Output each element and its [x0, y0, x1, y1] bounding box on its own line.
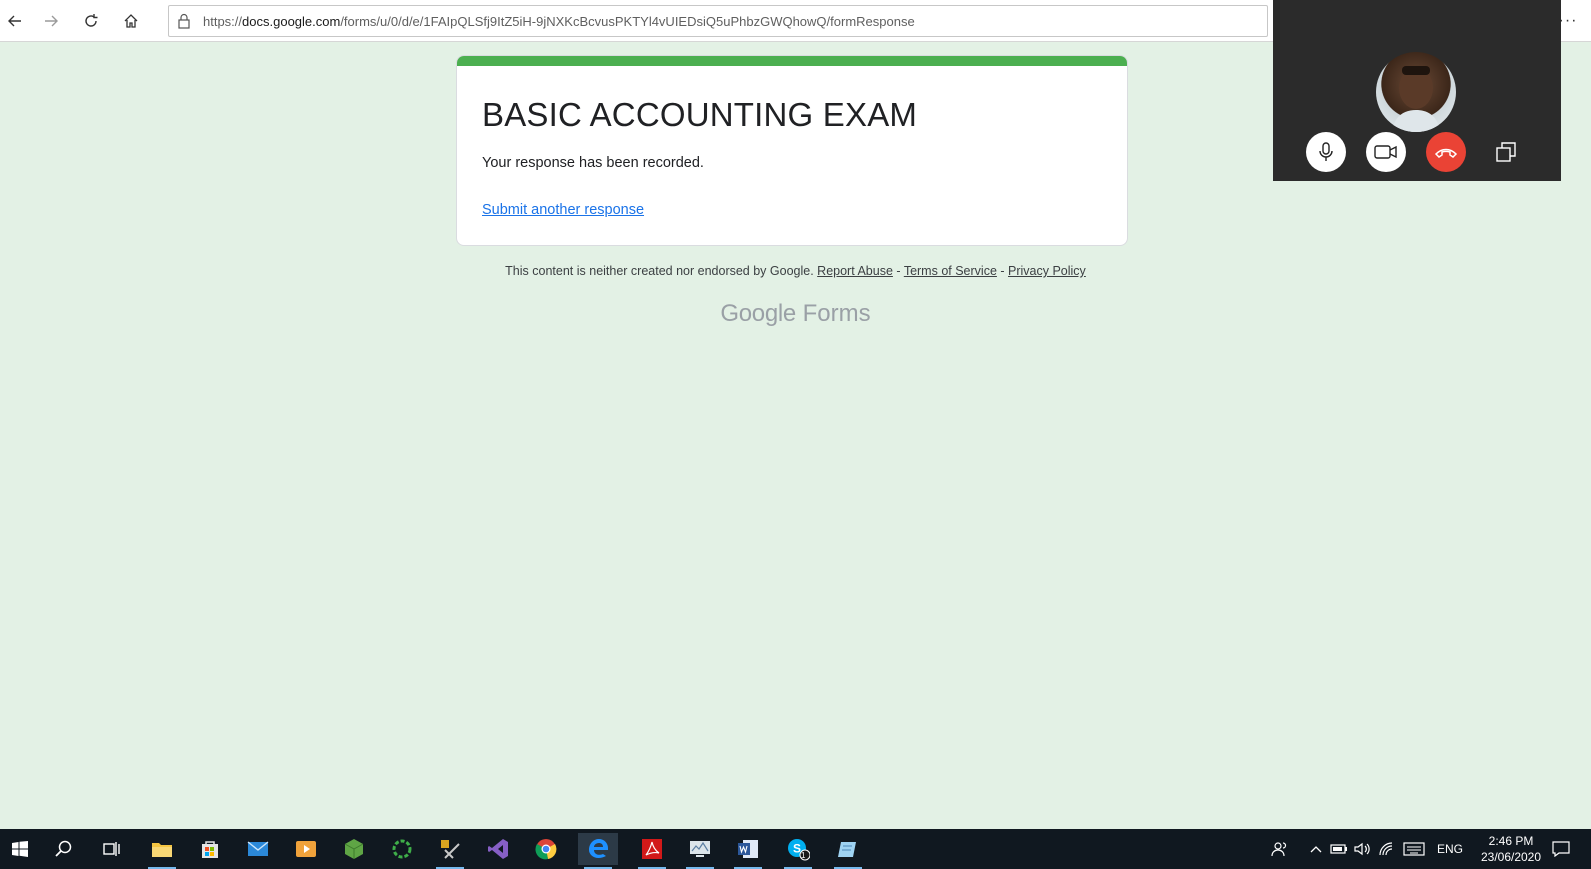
- acrobat-icon[interactable]: [632, 833, 672, 869]
- form-title: BASIC ACCOUNTING EXAM: [482, 96, 918, 133]
- lock-icon: [177, 13, 191, 34]
- privacy-link[interactable]: Privacy Policy: [1008, 264, 1086, 278]
- camera-button[interactable]: [1366, 132, 1406, 172]
- google-forms-logo[interactable]: Google Forms: [0, 300, 1591, 328]
- address-bar[interactable]: https://docs.google.com/forms/u/0/d/e/1F…: [168, 5, 1268, 37]
- home-icon[interactable]: [116, 6, 146, 36]
- language-indicator[interactable]: ENG: [1432, 829, 1468, 869]
- chrome-icon[interactable]: [526, 833, 566, 865]
- app-cube-icon[interactable]: [334, 833, 374, 865]
- refresh-icon[interactable]: [76, 6, 106, 36]
- taskbar-clock[interactable]: 2:46 PM 23/06/2020: [1471, 833, 1551, 865]
- network-icon[interactable]: [1376, 829, 1398, 869]
- end-call-button[interactable]: [1426, 132, 1466, 172]
- skype-badge: 1: [801, 851, 806, 860]
- search-icon[interactable]: [44, 833, 84, 865]
- volume-icon[interactable]: [1352, 829, 1374, 869]
- report-abuse-link[interactable]: Report Abuse: [817, 264, 893, 278]
- separator: -: [996, 264, 1009, 278]
- notification-icon[interactable]: [1549, 829, 1573, 869]
- word-icon[interactable]: [728, 833, 768, 869]
- start-button-icon[interactable]: [0, 833, 40, 865]
- url-prefix: https://: [203, 14, 243, 29]
- media-player-icon[interactable]: [286, 833, 326, 865]
- brand-forms: Forms: [802, 300, 871, 327]
- separator: -: [892, 264, 904, 278]
- store-icon[interactable]: [190, 833, 230, 865]
- monitor-app-icon[interactable]: [680, 833, 720, 869]
- caller-avatar: [1376, 52, 1456, 132]
- skype-icon[interactable]: S 1: [778, 833, 818, 869]
- url-path: /forms/u/0/d/e/1FAIpQLSfj9ItZ5iH-9jNXKcB…: [340, 14, 915, 29]
- forward-icon[interactable]: [36, 6, 66, 36]
- app-ring-icon[interactable]: [382, 833, 422, 865]
- footer-disclaimer: This content is neither created nor endo…: [0, 264, 1591, 278]
- clock-date: 23/06/2020: [1480, 850, 1542, 864]
- mail-icon[interactable]: [238, 833, 278, 865]
- task-view-icon[interactable]: [92, 833, 132, 865]
- keyboard-icon[interactable]: [1400, 829, 1428, 869]
- visual-studio-icon[interactable]: [478, 833, 518, 865]
- file-explorer-icon[interactable]: [142, 833, 182, 869]
- submit-another-link[interactable]: Submit another response: [482, 202, 644, 218]
- battery-icon[interactable]: [1328, 829, 1350, 869]
- windows-taskbar: S 1 ENG 2:46 PM 23/06/2020: [0, 829, 1591, 869]
- confirmation-message: Your response has been recorded.: [482, 155, 704, 171]
- url-host: docs.google.com: [242, 14, 341, 29]
- brand-google: Google: [720, 300, 796, 327]
- tools-app-icon[interactable]: [430, 833, 470, 869]
- back-icon[interactable]: [0, 6, 30, 36]
- people-icon[interactable]: [1266, 829, 1294, 869]
- card-accent-bar: [457, 56, 1127, 66]
- terms-link[interactable]: Terms of Service: [904, 264, 997, 278]
- popout-icon[interactable]: [1486, 132, 1526, 172]
- chevron-up-icon[interactable]: [1306, 829, 1326, 869]
- video-call-widget: [1273, 0, 1561, 181]
- disclaimer-text: This content is neither created nor endo…: [505, 264, 814, 278]
- clock-time: 2:46 PM: [1488, 834, 1534, 848]
- form-response-card: BASIC ACCOUNTING EXAM Your response has …: [456, 55, 1128, 246]
- url-text: https://docs.google.com/forms/u/0/d/e/1F…: [203, 14, 915, 29]
- microphone-button[interactable]: [1306, 132, 1346, 172]
- notes-app-icon[interactable]: [828, 833, 868, 869]
- edge-icon[interactable]: [578, 833, 618, 869]
